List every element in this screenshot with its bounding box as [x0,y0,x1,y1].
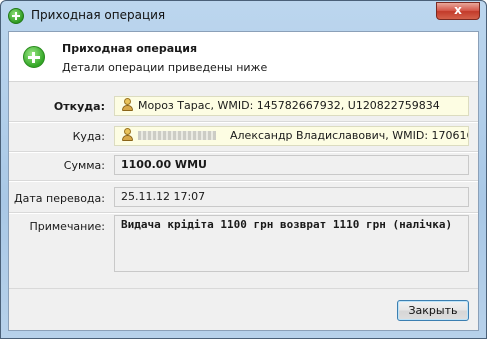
wallet-icon [121,128,134,141]
window-title: Приходная операция [31,8,166,22]
redacted-text [138,131,216,140]
divider [9,121,478,123]
dialog-header: Приходная операция Детали операции приве… [9,32,478,82]
from-label: Откуда: [53,100,105,113]
add-icon [8,8,24,24]
divider [9,180,478,182]
date-label: Дата перевода: [14,192,105,205]
dialog-body: Приходная операция Детали операции приве… [8,31,479,331]
header-subtitle: Детали операции приведены ниже [62,61,268,74]
to-label: Куда: [72,130,105,143]
divider [9,151,478,153]
dialog-window: Приходная операция x Приходная операция … [0,0,487,339]
to-value: Александр Владиславович, WMID: 170616582… [230,129,468,142]
close-window-button[interactable]: x [436,2,480,20]
to-field[interactable]: Александр Владиславович, WMID: 170616582… [114,126,469,146]
person-icon [121,98,134,111]
amount-field[interactable]: 1100.00 WMU [114,155,469,175]
close-button[interactable]: Закрыть [397,300,469,321]
divider [9,288,478,289]
from-value: Мороз Тарас, WMID: 145782667932, U120822… [138,99,440,112]
note-label: Примечание: [29,220,105,233]
amount-label: Сумма: [63,159,105,172]
title-bar[interactable]: Приходная операция x [1,1,486,31]
header-title: Приходная операция [62,42,198,55]
add-icon [23,46,45,68]
note-field[interactable]: Видача крідіта 1100 грн возврат 1110 грн… [114,215,469,272]
date-field[interactable]: 25.11.12 17:07 [114,187,469,207]
from-field[interactable]: Мороз Тарас, WMID: 145782667932, U120822… [114,96,469,116]
divider [9,212,478,214]
